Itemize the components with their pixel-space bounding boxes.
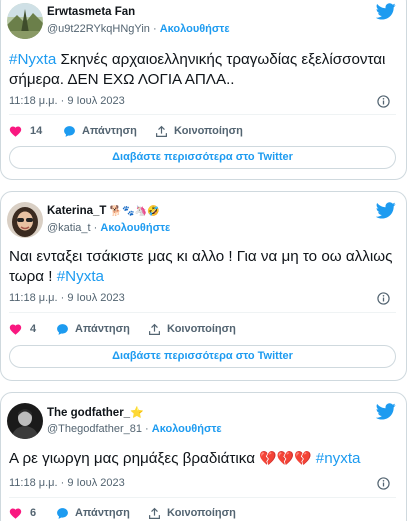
share-label: Κοινοποίηση (174, 125, 243, 137)
handle-line: @u9t22RYkqHNgYin · Ακολουθήστε (47, 23, 230, 35)
info-icon[interactable] (377, 477, 390, 490)
avatar[interactable] (7, 3, 43, 39)
tweet-header: Katerina_T 🐕🐾🦄🤣 @katia_t · Ακολουθήστε (7, 202, 396, 238)
tweet-text: Α ρε γιωργη μας ρημάξες βραδιάτικα 💔💔💔 #… (9, 449, 396, 469)
follow-button[interactable]: Ακολουθήστε (152, 423, 222, 435)
display-name-emojis: 🐕🐾🦄🤣 (109, 206, 160, 217)
display-name-text: The godfather_ (47, 407, 131, 419)
like-count: 14 (30, 125, 43, 137)
display-name[interactable]: Katerina_T 🐕🐾🦄🤣 (47, 205, 159, 217)
share-button[interactable]: Κοινοποίηση (148, 505, 236, 521)
display-name-text: Katerina_T (47, 205, 107, 217)
like-button[interactable]: 6 (9, 505, 36, 521)
tweet-card: The godfather_⭐ @Thegodfather_81 · Ακολο… (0, 392, 407, 521)
avatar[interactable] (7, 202, 43, 238)
like-button[interactable]: 14 (9, 123, 42, 139)
display-name[interactable]: Erwtasmeta Fan (47, 6, 135, 18)
divider (9, 312, 396, 313)
timestamp[interactable]: 11:18 μ.μ. · 9 Ιουλ 2023 (9, 292, 125, 304)
separator: · (93, 222, 98, 234)
read-more-button[interactable]: Διαβάστε περισσότερα στο Twitter (9, 146, 396, 169)
share-icon (149, 507, 160, 519)
tweet-body: Α ρε γιωργη μας ρημάξες βραδιάτικα (9, 450, 260, 467)
tweet-actions: 14 Απάντηση Κοινοποίηση (9, 123, 396, 139)
twitter-bird-icon[interactable] (376, 202, 396, 219)
display-name[interactable]: The godfather_⭐ (47, 406, 144, 419)
tweet-header: Erwtasmeta Fan @u9t22RYkqHNgYin · Ακολου… (7, 3, 396, 39)
broken-heart-emojis: 💔💔💔 (259, 450, 312, 466)
like-button[interactable]: 4 (9, 321, 36, 337)
twitter-bird-icon[interactable] (376, 403, 396, 420)
twitter-bird-icon[interactable] (376, 3, 396, 20)
timestamp[interactable]: 11:18 μ.μ. · 9 Ιουλ 2023 (9, 95, 125, 107)
tweet-card: Katerina_T 🐕🐾🦄🤣 @katia_t · Ακολουθήστε Ν… (0, 191, 407, 381)
heart-icon (9, 508, 22, 519)
reply-button[interactable]: Απάντηση (56, 505, 130, 521)
separator: · (152, 23, 157, 35)
display-name-emojis: ⭐ (130, 407, 144, 419)
divider (9, 114, 396, 115)
share-icon (156, 125, 167, 137)
reply-button[interactable]: Απάντηση (63, 123, 137, 139)
reply-button[interactable]: Απάντηση (56, 321, 130, 337)
handle-line: @Thegodfather_81 · Ακολουθήστε (47, 423, 222, 435)
follow-button[interactable]: Ακολουθήστε (160, 23, 230, 35)
handle[interactable]: @Thegodfather_81 (47, 423, 142, 435)
reply-icon (57, 507, 68, 519)
tweet-text: Ναι ενταξει τσάκιστε μας κι αλλο ! Για ν… (9, 247, 396, 286)
tweet-text: #Nyxta Σκηνές αρχαιοελληνικής τραγωδίας … (9, 50, 396, 89)
reply-icon (64, 125, 75, 137)
share-button[interactable]: Κοινοποίηση (155, 123, 243, 139)
share-label: Κοινοποίηση (167, 507, 236, 519)
tweet-body: Σκηνές αρχαιοελληνικής τραγωδίας εξελίσσ… (9, 51, 386, 88)
share-icon (149, 323, 160, 335)
read-more-button[interactable]: Διαβάστε περισσότερα στο Twitter (9, 345, 396, 368)
info-icon[interactable] (377, 95, 390, 108)
reply-label: Απάντηση (82, 125, 137, 137)
hashtag-link[interactable]: #Nyxta (57, 268, 104, 285)
reply-label: Απάντηση (75, 323, 130, 335)
like-count: 6 (30, 507, 37, 519)
reply-label: Απάντηση (75, 507, 130, 519)
heart-icon (9, 324, 22, 335)
info-icon[interactable] (377, 292, 390, 305)
handle-line: @katia_t · Ακολουθήστε (47, 222, 170, 234)
tweet-card: Erwtasmeta Fan @u9t22RYkqHNgYin · Ακολου… (0, 0, 407, 180)
divider (9, 497, 396, 498)
follow-button[interactable]: Ακολουθήστε (100, 222, 170, 234)
tweet-actions: 6 Απάντηση Κοινοποίηση (9, 505, 396, 521)
heart-icon (9, 126, 22, 137)
handle[interactable]: @u9t22RYkqHNgYin (47, 23, 150, 35)
avatar[interactable] (7, 403, 43, 439)
share-button[interactable]: Κοινοποίηση (148, 321, 236, 337)
hashtag-link[interactable]: #Nyxta (9, 51, 56, 68)
handle[interactable]: @katia_t (47, 222, 91, 234)
reply-icon (57, 323, 68, 335)
tweet-actions: 4 Απάντηση Κοινοποίηση (9, 321, 396, 337)
share-label: Κοινοποίηση (167, 323, 236, 335)
timestamp[interactable]: 11:18 μ.μ. · 9 Ιουλ 2023 (9, 477, 125, 489)
separator: · (145, 423, 149, 435)
like-count: 4 (30, 323, 37, 335)
hashtag-link[interactable]: #nyxta (316, 450, 361, 467)
tweet-header: The godfather_⭐ @Thegodfather_81 · Ακολο… (7, 403, 396, 439)
